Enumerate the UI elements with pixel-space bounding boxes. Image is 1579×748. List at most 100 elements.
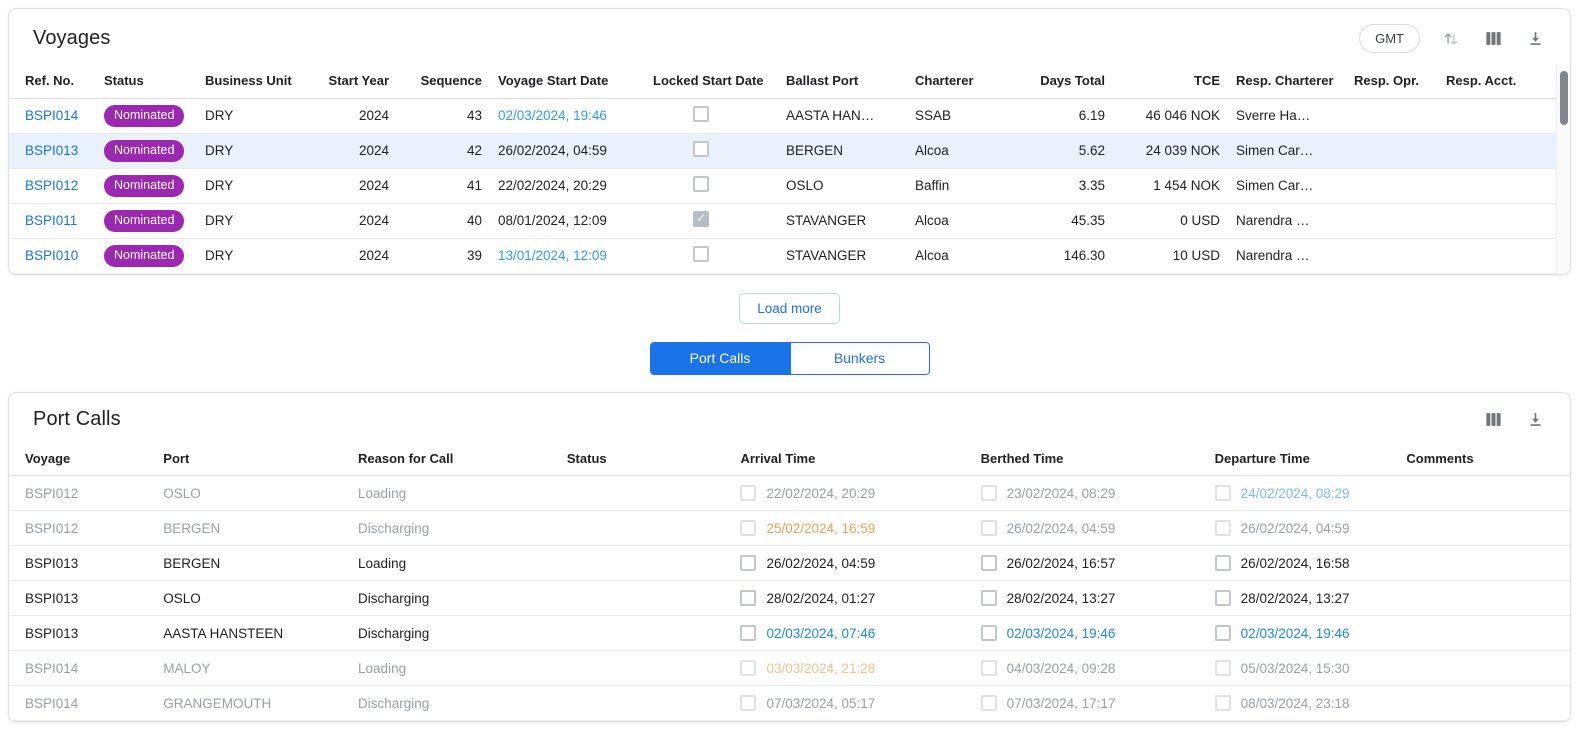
cell-charterer: SSAB — [907, 98, 1003, 133]
timezone-button[interactable]: GMT — [1359, 24, 1420, 53]
cell-voyage_start_date: 26/02/2024, 04:59 — [490, 133, 645, 168]
arrival-checkbox[interactable] — [740, 590, 756, 606]
cell-ref: BSPI013 — [9, 133, 96, 168]
cell-ballast_port: BERGEN — [778, 133, 907, 168]
cell-status — [559, 581, 733, 616]
columns-icon[interactable] — [1482, 408, 1504, 430]
cell-port: AASTA HANSTEEN — [155, 616, 350, 651]
voyage-start-date[interactable]: 13/01/2024, 12:09 — [498, 248, 607, 263]
col-header-charterer: Charterer — [907, 64, 1003, 98]
departure-checkbox[interactable] — [1215, 625, 1231, 641]
voyages-vertical-scrollbar[interactable] — [1556, 64, 1570, 274]
voyage-ref-link[interactable]: BSPI012 — [25, 178, 78, 193]
port-call-row[interactable]: BSPI013AASTA HANSTEENDischarging02/03/20… — [9, 616, 1570, 651]
cell-voyage_start_date: 22/02/2024, 20:29 — [490, 168, 645, 203]
voyage-row[interactable]: BSPI013NominatedDRY20244226/02/2024, 04:… — [9, 133, 1558, 168]
locked-start-date-checkbox[interactable] — [693, 211, 709, 227]
cell-ballast_port: OSLO — [778, 168, 907, 203]
cell-departure: 05/03/2024, 15:30 — [1207, 651, 1399, 686]
port-call-row[interactable]: BSPI012OSLOLoading22/02/2024, 20:2923/02… — [9, 476, 1570, 511]
voyage-row[interactable]: BSPI011NominatedDRY20244008/01/2024, 12:… — [9, 203, 1558, 238]
cell-reason: Discharging — [350, 581, 559, 616]
port-call-row[interactable]: BSPI014MALOYLoading03/03/2024, 21:2804/0… — [9, 651, 1570, 686]
cell-arrival: 26/02/2024, 04:59 — [732, 546, 972, 581]
cell-sequence: 43 — [397, 98, 490, 133]
cell-resp_charterer: Narendra … — [1228, 238, 1346, 273]
voyages-table: Ref. No.StatusBusiness UnitStart YearSeq… — [9, 64, 1558, 274]
detail-tabs: Port CallsBunkers — [650, 342, 930, 375]
voyages-title: Voyages — [33, 27, 110, 50]
sort-icon[interactable] — [1440, 28, 1462, 50]
cell-sequence: 39 — [397, 238, 490, 273]
berthed-checkbox[interactable] — [981, 520, 997, 536]
voyage-ref-link[interactable]: BSPI013 — [25, 143, 78, 158]
voyage-ref-link[interactable]: BSPI011 — [25, 213, 77, 228]
voyage-row[interactable]: BSPI014NominatedDRY20244302/03/2024, 19:… — [9, 98, 1558, 133]
arrival-checkbox[interactable] — [740, 555, 756, 571]
locked-start-date-checkbox[interactable] — [693, 141, 709, 157]
berthed-checkbox[interactable] — [981, 625, 997, 641]
port-call-row[interactable]: BSPI014GRANGEMOUTHDischarging07/03/2024,… — [9, 686, 1570, 721]
locked-start-date-checkbox[interactable] — [693, 246, 709, 262]
col-header-tce: TCE — [1113, 64, 1228, 98]
col-header-voyage: Voyage — [9, 442, 155, 476]
voyage-ref-link[interactable]: BSPI014 — [25, 108, 78, 123]
locked-start-date-checkbox[interactable] — [693, 176, 709, 192]
locked-start-date-checkbox[interactable] — [693, 106, 709, 122]
arrival-checkbox[interactable] — [740, 520, 756, 536]
voyage-start-date: 08/01/2024, 12:09 — [498, 213, 607, 228]
cell-voyage: BSPI014 — [9, 686, 155, 721]
port-call-row[interactable]: BSPI013OSLODischarging28/02/2024, 01:272… — [9, 581, 1570, 616]
berthed-checkbox[interactable] — [981, 695, 997, 711]
scrollbar-thumb[interactable] — [1560, 71, 1568, 125]
download-icon[interactable] — [1524, 408, 1546, 430]
departure-checkbox[interactable] — [1215, 555, 1231, 571]
departure-checkbox[interactable] — [1215, 660, 1231, 676]
arrival-time: 07/03/2024, 05:17 — [766, 696, 875, 711]
cell-business_unit: DRY — [197, 133, 319, 168]
tab-port-calls[interactable]: Port Calls — [651, 343, 790, 374]
page: Voyages GMT Ref. No.StatusBusiness Uni — [0, 0, 1579, 748]
cell-days_total: 6.19 — [1003, 98, 1113, 133]
arrival-checkbox[interactable] — [740, 485, 756, 501]
download-icon[interactable] — [1524, 28, 1546, 50]
departure-checkbox[interactable] — [1215, 695, 1231, 711]
cell-ref: BSPI012 — [9, 168, 96, 203]
departure-checkbox[interactable] — [1215, 590, 1231, 606]
arrival-checkbox[interactable] — [740, 695, 756, 711]
col-header-ref: Ref. No. — [9, 64, 96, 98]
tab-bunkers[interactable]: Bunkers — [790, 343, 929, 374]
voyage-start-date[interactable]: 02/03/2024, 19:46 — [498, 108, 607, 123]
berthed-checkbox[interactable] — [981, 485, 997, 501]
port-call-row[interactable]: BSPI013BERGENLoading26/02/2024, 04:5926/… — [9, 546, 1570, 581]
col-header-arrival: Arrival Time — [732, 442, 972, 476]
cell-port: BERGEN — [155, 511, 350, 546]
departure-checkbox[interactable] — [1215, 485, 1231, 501]
port-call-row[interactable]: BSPI012BERGENDischarging25/02/2024, 16:5… — [9, 511, 1570, 546]
cell-port: OSLO — [155, 476, 350, 511]
voyage-row[interactable]: BSPI010NominatedDRY20243913/01/2024, 12:… — [9, 238, 1558, 273]
berthed-checkbox[interactable] — [981, 555, 997, 571]
columns-icon[interactable] — [1482, 28, 1504, 50]
voyage-ref-link[interactable]: BSPI010 — [25, 248, 78, 263]
arrival-checkbox[interactable] — [740, 625, 756, 641]
departure-checkbox[interactable] — [1215, 520, 1231, 536]
cell-resp_charterer: Sverre Ha… — [1228, 98, 1346, 133]
cell-days_total: 5.62 — [1003, 133, 1113, 168]
voyage-row[interactable]: BSPI012NominatedDRY20244122/02/2024, 20:… — [9, 168, 1558, 203]
cell-resp_opr — [1346, 168, 1438, 203]
cell-sequence: 41 — [397, 168, 490, 203]
load-more-row: Load more — [8, 293, 1571, 324]
col-header-sequence: Sequence — [397, 64, 490, 98]
berthed-checkbox[interactable] — [981, 590, 997, 606]
arrival-time: 22/02/2024, 20:29 — [766, 486, 875, 501]
col-header-days_total: Days Total — [1003, 64, 1113, 98]
arrival-checkbox[interactable] — [740, 660, 756, 676]
col-header-business_unit: Business Unit — [197, 64, 319, 98]
cell-voyage_start_date: 13/01/2024, 12:09 — [490, 238, 645, 273]
cell-reason: Loading — [350, 651, 559, 686]
berthed-checkbox[interactable] — [981, 660, 997, 676]
departure-time: 28/02/2024, 13:27 — [1241, 591, 1350, 606]
col-header-status: Status — [96, 64, 197, 98]
load-more-button[interactable]: Load more — [739, 293, 840, 324]
